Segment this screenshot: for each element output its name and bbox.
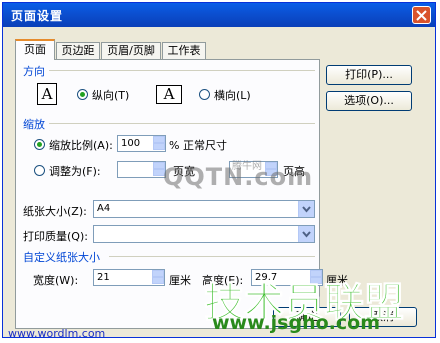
scale-percent-input[interactable]: 100	[117, 135, 166, 152]
portrait-page-icon: A	[37, 83, 57, 105]
print-quality-select[interactable]	[93, 225, 315, 243]
dialog-title: 页面设置	[11, 9, 64, 23]
width-unit-label: 厘米	[169, 274, 191, 287]
portrait-label: 纵向(T)	[92, 89, 130, 102]
print-quality-label: 打印质量(Q):	[23, 230, 88, 243]
width-spinner[interactable]	[152, 270, 164, 285]
landscape-label: 横向(L)	[214, 89, 251, 102]
paper-size-select[interactable]: A4	[93, 200, 315, 218]
tab-sheet[interactable]: 工作表	[162, 42, 206, 59]
fit-pages-wide-input[interactable]	[117, 161, 166, 178]
tab-page[interactable]: 页面	[15, 39, 55, 60]
scaling-divider	[49, 123, 315, 124]
close-button[interactable]	[412, 6, 431, 24]
scale-percent-value: 100	[121, 138, 141, 149]
custom-size-divider	[109, 256, 315, 257]
landscape-page-icon: A	[156, 85, 182, 104]
adjust-to-radio[interactable]	[34, 139, 45, 150]
fit-to-radio[interactable]	[34, 165, 45, 176]
orientation-divider	[49, 70, 315, 71]
chevron-down-icon[interactable]	[298, 201, 314, 217]
paper-size-value: A4	[97, 203, 111, 214]
site-watermark: www.jsgho.com	[212, 312, 380, 334]
chevron-down-icon[interactable]	[298, 226, 314, 242]
paper-size-label: 纸张大小(Z):	[23, 205, 87, 218]
close-icon	[416, 10, 427, 21]
width-input[interactable]: 21	[93, 269, 165, 286]
scale-unit-label: % 正常尺寸	[169, 139, 227, 152]
tab-header-footer[interactable]: 页眉/页脚	[101, 42, 161, 59]
width-label: 宽度(W):	[33, 274, 79, 287]
landscape-radio[interactable]	[199, 89, 210, 100]
portrait-radio[interactable]	[77, 89, 88, 100]
adjust-to-label: 缩放比例(A):	[49, 139, 113, 152]
print-button[interactable]: 打印(P)...	[326, 65, 412, 85]
scaling-section-title: 缩放	[23, 118, 45, 131]
title-bar: 页面设置	[3, 3, 435, 27]
tab-margins[interactable]: 页边距	[56, 42, 100, 59]
scale-spinner[interactable]	[153, 136, 165, 151]
options-button[interactable]: 选项(O)...	[326, 91, 412, 111]
qqtn-cn-watermark: 腾牛网	[232, 161, 262, 172]
orientation-section-title: 方向	[23, 65, 45, 78]
custom-size-section-title: 自定义纸张大小	[23, 251, 100, 264]
width-value: 21	[97, 272, 110, 283]
fit-to-label: 调整为(F):	[49, 165, 101, 178]
left-site-watermark: www.wordlm.com	[8, 327, 106, 340]
